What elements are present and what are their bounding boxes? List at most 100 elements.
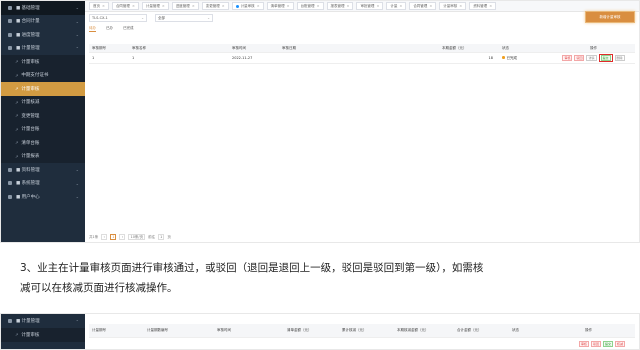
tab[interactable]: 报表管理 × [326, 2, 354, 10]
reduce-button[interactable]: 核减 [614, 341, 625, 347]
sidebar-group-basic[interactable]: ■ 基础管理 ⌄ [1, 1, 85, 15]
col-header: 状态 [502, 45, 509, 50]
main-content: 首页 × 合同管理 × 计量管理 × 进度管理 × 变更管理 × 计量审核 × 清单管理 × … [85, 1, 639, 242]
col-header: 累计核减（元） [342, 328, 367, 332]
audit-table: 审核期号 审核名称 审核时间 审核日期 本期金额（元） 状态 操作 1 1 20… [89, 44, 635, 64]
tab-active[interactable]: 计量审核 × [231, 2, 264, 10]
audit-button[interactable]: 审核 [562, 55, 573, 61]
submit-button[interactable]: 提交 [600, 55, 611, 61]
close-icon[interactable]: × [257, 4, 260, 8]
col-header: 审核时间 [232, 45, 246, 50]
chevron-down-icon: ⌄ [141, 16, 144, 20]
screenshot-measurement-audit: ■ 基础管理 ⌄ ■ 合同计量 ⌄ ■ 进度管理 ⌄ ■ 计量管理 ⌃ ↗ 计量审核 ↗ 中… [0, 0, 640, 243]
sidebar-group-system[interactable]: ■ 系统管理 ⌄ [1, 177, 85, 191]
table-header: 审核期号 审核名称 审核时间 审核日期 本期金额（元） 状态 操作 [89, 44, 635, 53]
next-page-button[interactable]: › [119, 234, 126, 240]
close-icon[interactable]: × [222, 4, 225, 8]
chevron-down-icon: ⌄ [75, 32, 79, 38]
tab-pending[interactable]: 待办 [89, 26, 96, 32]
close-icon[interactable]: × [102, 4, 105, 8]
close-icon[interactable]: × [162, 4, 165, 8]
goto-label: 前往 [148, 234, 156, 239]
sidebar-item-change[interactable]: ↗ 变更管理 [1, 109, 85, 123]
sidebar-item-report[interactable]: ↗ 计量报表 [1, 149, 85, 163]
reject-button[interactable]: 驳回 [590, 341, 601, 347]
status-dot-icon [502, 56, 505, 59]
period-select[interactable]: 全部 ⌄ [155, 14, 213, 22]
close-icon[interactable]: × [429, 4, 432, 8]
chevron-down-icon: ⌄ [75, 5, 79, 11]
tab[interactable]: 进度管理 × [171, 2, 199, 10]
table-row: 1 1 2022-11-27 18 已完成 审核 驳回 详情 提交 删除 [89, 53, 635, 64]
sidebar-group-measurement[interactable]: ■ 计量管理 ⌃ [1, 42, 85, 56]
reject-button[interactable]: 驳回 [574, 55, 585, 61]
cell-no: 1 [92, 56, 95, 60]
tab[interactable]: 审批管理 × [356, 2, 384, 10]
col-header: 审核期号 [92, 45, 106, 50]
filter-bar: TLS-CX-1 ⌄ 全部 ⌄ [89, 14, 213, 22]
tab[interactable]: 计量 × [386, 2, 407, 10]
tab[interactable]: 合同管理 × [409, 2, 437, 10]
sidebar-item-ledger[interactable]: ↗ 计量台账 [1, 122, 85, 136]
close-icon[interactable]: × [287, 4, 290, 8]
col-header: 清单金额（元） [287, 328, 312, 332]
col-header: 本期核减金额（元） [397, 328, 429, 332]
tab[interactable]: 变更管理 × [201, 2, 229, 10]
col-header: 审核日期 [282, 45, 296, 50]
menu-icon [8, 32, 12, 37]
menu-icon [8, 181, 12, 186]
tab[interactable]: 清单管理 × [266, 2, 294, 10]
tab[interactable]: 计量管理 × [141, 2, 169, 10]
close-icon[interactable]: × [376, 4, 379, 8]
sidebar-group-progress[interactable]: ■ 进度管理 ⌄ [1, 28, 85, 42]
tab-home[interactable]: 首页 × [89, 2, 109, 10]
sidebar-item-audit-active[interactable]: ↗ 计量审核 [1, 82, 85, 96]
close-icon[interactable]: × [489, 4, 492, 8]
sidebar-group-docs[interactable]: ■ 资料管理 ⌄ [1, 163, 85, 177]
goto-input[interactable]: 1 [158, 234, 165, 240]
sidebar: ■ 计量管理 ⌃ ↗ 计量审核 [1, 314, 85, 349]
sidebar-group-contract[interactable]: ■ 合同计量 ⌄ [1, 15, 85, 29]
sidebar-group-user[interactable]: ■ 用户中心 ⌄ [1, 190, 85, 204]
delete-button[interactable]: 删除 [614, 55, 625, 61]
sidebar-item-audit[interactable]: ↗ 计量审核 [1, 328, 85, 342]
close-icon[interactable]: × [459, 4, 462, 8]
sidebar: ■ 基础管理 ⌄ ■ 合同计量 ⌄ ■ 进度管理 ⌄ ■ 计量管理 ⌃ ↗ 计量审核 ↗ 中… [1, 1, 85, 242]
chevron-down-icon: ⌄ [75, 167, 79, 173]
close-icon[interactable]: × [132, 4, 135, 8]
tab[interactable]: 合同管理 × [111, 2, 139, 10]
tab[interactable]: 台账管理 × [296, 2, 324, 10]
page-1-button[interactable]: 1 [110, 234, 117, 240]
tab-done[interactable]: 已办 [106, 26, 113, 32]
close-icon[interactable]: × [347, 4, 350, 8]
audit-button[interactable]: 审核 [578, 341, 589, 347]
col-header: 操作 [590, 45, 597, 50]
close-icon[interactable]: × [317, 4, 320, 8]
sidebar-item-reduction[interactable]: ↗ 计量核减 [1, 95, 85, 109]
arrow-icon: ↗ [15, 72, 19, 78]
submit-button[interactable]: 提交 [602, 341, 613, 347]
arrow-icon: ↗ [15, 86, 19, 92]
col-header: 计量期号 [92, 328, 106, 332]
page-size-select[interactable]: 10条/页 [128, 234, 146, 240]
arrow-icon: ↗ [15, 332, 19, 338]
col-header: 状态 [512, 328, 519, 332]
tab[interactable]: 资料管理 × [469, 2, 497, 10]
menu-icon [8, 319, 12, 323]
sidebar-item-audit[interactable]: ↗ 计量审核 [1, 55, 85, 69]
menu-icon [8, 5, 12, 10]
main-content: 计量期号 计量期数编号 审核时间 清单金额（元） 累计核减（元） 本期核减金额（… [85, 314, 639, 349]
sidebar-group-measurement[interactable]: ■ 计量管理 ⌃ [1, 314, 85, 328]
contract-select[interactable]: TLS-CX-1 ⌄ [89, 14, 147, 22]
col-header: 计量期数编号 [147, 328, 168, 332]
sidebar-item-list-ledger[interactable]: ↗ 清单台账 [1, 136, 85, 150]
prev-page-button[interactable]: ‹ [101, 234, 108, 240]
detail-button[interactable]: 详情 [586, 55, 597, 61]
close-icon[interactable]: × [192, 4, 195, 8]
add-audit-button[interactable]: 新增计量审核 [585, 11, 635, 23]
menu-icon [8, 194, 12, 199]
tab-completed[interactable]: 已完成 [123, 26, 134, 32]
tab[interactable]: 计量审核 × [439, 2, 467, 10]
close-icon[interactable]: × [399, 4, 402, 8]
sidebar-item-payment-cert[interactable]: ↗ 中期支付证书 [1, 68, 85, 82]
